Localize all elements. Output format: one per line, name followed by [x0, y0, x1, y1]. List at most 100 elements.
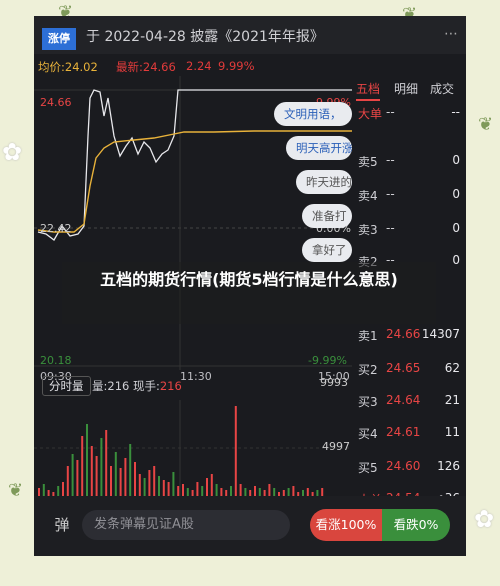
volume-bar — [215, 484, 218, 496]
order-price: 24.66 — [386, 327, 421, 341]
danmu-input[interactable]: 发条弹幕见证A股 — [82, 510, 290, 540]
order-price: 24.64 — [386, 393, 421, 407]
volume-bar — [62, 482, 64, 496]
order-book-row[interactable]: 买4 24.61 11 — [352, 420, 466, 444]
volume-bar — [162, 480, 165, 496]
volume-bar — [95, 456, 98, 496]
order-book-row[interactable]: 卖4 -- 0 — [352, 182, 466, 206]
volume-bar — [114, 452, 117, 496]
volume-text: 量:216 现手:216 — [92, 379, 182, 393]
order-level-label: 卖5 — [358, 155, 378, 169]
volume-bar — [292, 486, 295, 496]
danmu-bubble[interactable]: 明天高开涨 — [286, 136, 352, 160]
order-book-tabs: 五档 明细 成交 — [352, 76, 466, 101]
volume-bar — [196, 482, 199, 496]
volume-bar — [186, 488, 189, 496]
order-level-label: 买2 — [358, 363, 378, 377]
more-icon[interactable]: ⋯ — [444, 26, 458, 42]
bullish-button[interactable]: 看涨100% — [310, 509, 382, 541]
volume-bar — [81, 436, 84, 496]
volume-bar — [239, 484, 242, 496]
volume-bar — [244, 488, 247, 496]
announcement-text[interactable]: 于 2022-04-28 披露《2021年年报》 — [86, 26, 324, 46]
volume-bars — [34, 400, 352, 496]
volume-chart[interactable]: 4997 — [34, 400, 352, 496]
volume-bar — [234, 406, 237, 496]
leaf-decoration: ❦ — [8, 480, 24, 501]
intraday-chart[interactable]: 24.66 9.99% 22.42 0.00% 20.18 -9.99% 文明用… — [34, 76, 352, 370]
order-book-row[interactable]: 买3 24.64 21 — [352, 388, 466, 412]
y-label-mid-left: 22.42 — [40, 222, 72, 235]
bottom-bar: 弹 发条弹幕见证A股 看涨100% 看跌0% — [34, 496, 466, 556]
order-volume: -- — [451, 105, 460, 119]
volume-bar — [158, 476, 160, 496]
y-label-bottom-left: 20.18 — [40, 354, 72, 367]
app-logo: 涨停 — [42, 28, 76, 50]
volume-bar — [57, 486, 60, 496]
order-book-row[interactable]: 买2 24.65 62 — [352, 356, 466, 380]
order-level-label: 买3 — [358, 395, 378, 409]
order-volume: 0 — [452, 221, 460, 235]
y-label-bottom-right: -9.99% — [308, 354, 347, 367]
volume-bar — [105, 430, 108, 496]
order-volume: 62 — [444, 361, 460, 375]
order-volume: 0 — [452, 187, 460, 201]
danmu-bubble[interactable]: 准备打 — [302, 204, 352, 228]
order-volume: 14307 — [421, 327, 460, 341]
order-level-label: 卖3 — [358, 223, 378, 237]
price-change: 2.24 — [186, 59, 212, 73]
volume-bar — [138, 474, 141, 496]
volume-tab[interactable]: 分时量 — [42, 376, 91, 396]
volume-bar — [86, 424, 88, 496]
tab-detail[interactable]: 明细 — [394, 80, 418, 97]
price-change-pct: 9.99% — [218, 59, 255, 73]
volume-bar-group — [38, 406, 324, 496]
volume-bar — [201, 486, 204, 496]
danmu-bubble[interactable]: 文明用语， — [274, 102, 352, 126]
volume-bar — [177, 486, 180, 496]
order-book-row[interactable]: 大单 -- -- — [352, 100, 466, 124]
volume-bar — [71, 454, 74, 496]
order-volume: 0 — [452, 253, 460, 267]
volume-bar — [38, 488, 40, 496]
app-header: 涨停 于 2022-04-28 披露《2021年年报》 ⋯ — [34, 16, 466, 54]
tab-trades[interactable]: 成交 — [430, 80, 454, 97]
price-info-bar: 均价:24.02 最新:24.66 2.24 9.99% — [34, 56, 466, 76]
vol-mid-label: 4997 — [322, 440, 350, 453]
order-level-label: 大单 — [358, 107, 383, 121]
danmu-bubble[interactable]: 昨天进的 — [296, 170, 352, 194]
order-price: 24.65 — [386, 361, 421, 375]
volume-bar — [129, 444, 132, 496]
danmu-bubble[interactable]: 拿好了 — [302, 238, 352, 262]
danmu-icon[interactable]: 弹 — [48, 511, 76, 539]
order-book-row[interactable]: 买5 24.60 126 — [352, 454, 466, 478]
order-price: -- — [386, 153, 395, 167]
volume-bar — [182, 484, 184, 496]
article-title-overlay: 五档的期货行情(期货5档行情是什么意思) — [62, 262, 436, 324]
volume-bar — [134, 462, 136, 496]
volume-bar — [210, 474, 213, 496]
volume-bar — [143, 478, 146, 496]
order-volume: 11 — [444, 425, 460, 439]
volume-bar — [258, 488, 261, 496]
leaf-decoration: ❦ — [478, 114, 494, 135]
volume-bar — [110, 466, 112, 496]
volume-bar — [66, 466, 69, 496]
volume-bar — [90, 446, 93, 496]
volume-bar — [153, 466, 156, 496]
volume-bar — [306, 488, 309, 496]
tab-five-level[interactable]: 五档 — [356, 80, 381, 101]
volume-bar — [220, 488, 223, 496]
order-book-row[interactable]: 卖5 -- 0 — [352, 148, 466, 172]
order-volume: 21 — [444, 393, 460, 407]
bearish-button[interactable]: 看跌0% — [382, 509, 450, 541]
order-price: 24.60 — [386, 459, 421, 473]
order-book-row[interactable]: 卖3 -- 0 — [352, 216, 466, 240]
order-book-row[interactable]: 卖1 24.66 14307 — [352, 322, 466, 346]
flower-decoration: ✿ — [474, 505, 495, 533]
volume-bar — [321, 488, 324, 496]
volume-bar — [206, 478, 208, 496]
flower-decoration: ✿ — [2, 138, 23, 166]
volume-bar — [268, 484, 271, 496]
volume-bar — [119, 468, 122, 496]
